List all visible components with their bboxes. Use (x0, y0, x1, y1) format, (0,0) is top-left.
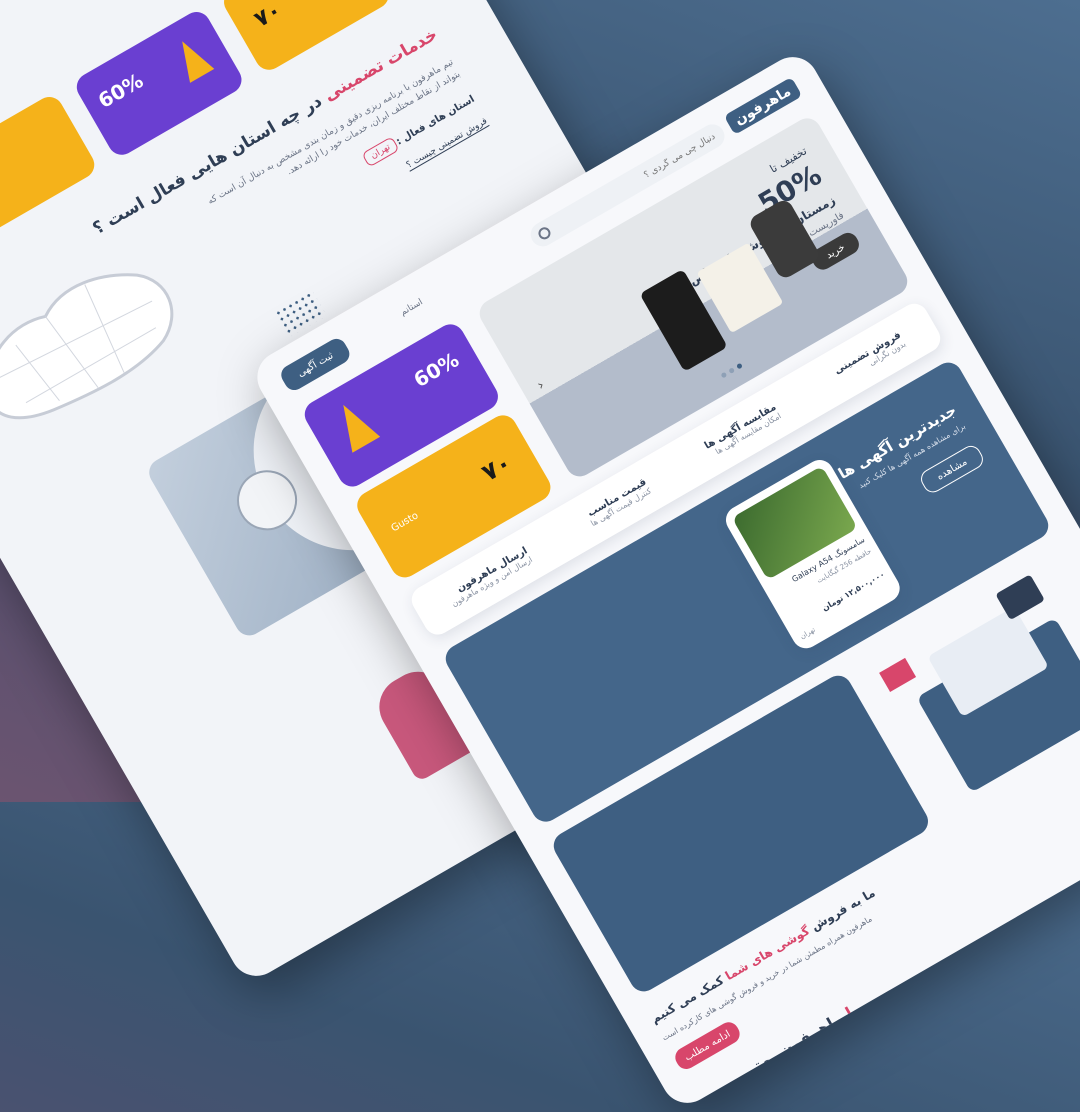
footer-title-text: ماهرفون بهتر (742, 1008, 847, 1081)
footer-title-pre: با (842, 1000, 862, 1023)
mail-icon (879, 657, 917, 692)
promo-percent: 60% (93, 68, 148, 113)
chevron-left-icon[interactable]: ‹ (534, 377, 547, 394)
feature-price: قیمت مناسب کنترل قیمت آگهی ها (584, 477, 653, 528)
feature-guaranteed: فروش تضمینی بدون نگرانی (833, 330, 908, 385)
active-province-chip[interactable]: تهران (361, 136, 400, 168)
feature-shipping: ارسال ماهرفون ارسال امن و ویژه ماهرفون (445, 545, 534, 608)
product-city: تهران (798, 625, 817, 641)
feature-compare: مقایسه آگهی ها امکان مقایسه آگهی ها (703, 402, 783, 460)
promo-percent: 60% (409, 347, 463, 393)
promo-brand: Gusto (389, 510, 421, 535)
promo-banner-purple[interactable]: 60% (71, 6, 247, 160)
location-selector[interactable]: استانم (399, 297, 425, 318)
feature-title: ارسال ماهرفون (455, 545, 530, 595)
promo-price: ۷۰ (476, 448, 517, 488)
product-card[interactable]: سامسونگ Galaxy A54 حافظه 256 گیگابایت ۱۲… (720, 454, 905, 654)
search-icon (536, 225, 553, 242)
lightning-icon (329, 396, 381, 453)
footer-section-title: با ماهرفون بهتر (742, 1000, 862, 1080)
about-title-pre: ما به فروش (808, 885, 878, 934)
slider-dots[interactable] (720, 362, 743, 379)
lightning-icon (170, 34, 215, 83)
iran-provinces-map (0, 225, 208, 453)
promo-banner-yellow-2[interactable]: ۷۰ (0, 91, 100, 245)
promo-price: ۷۰ (250, 0, 287, 33)
